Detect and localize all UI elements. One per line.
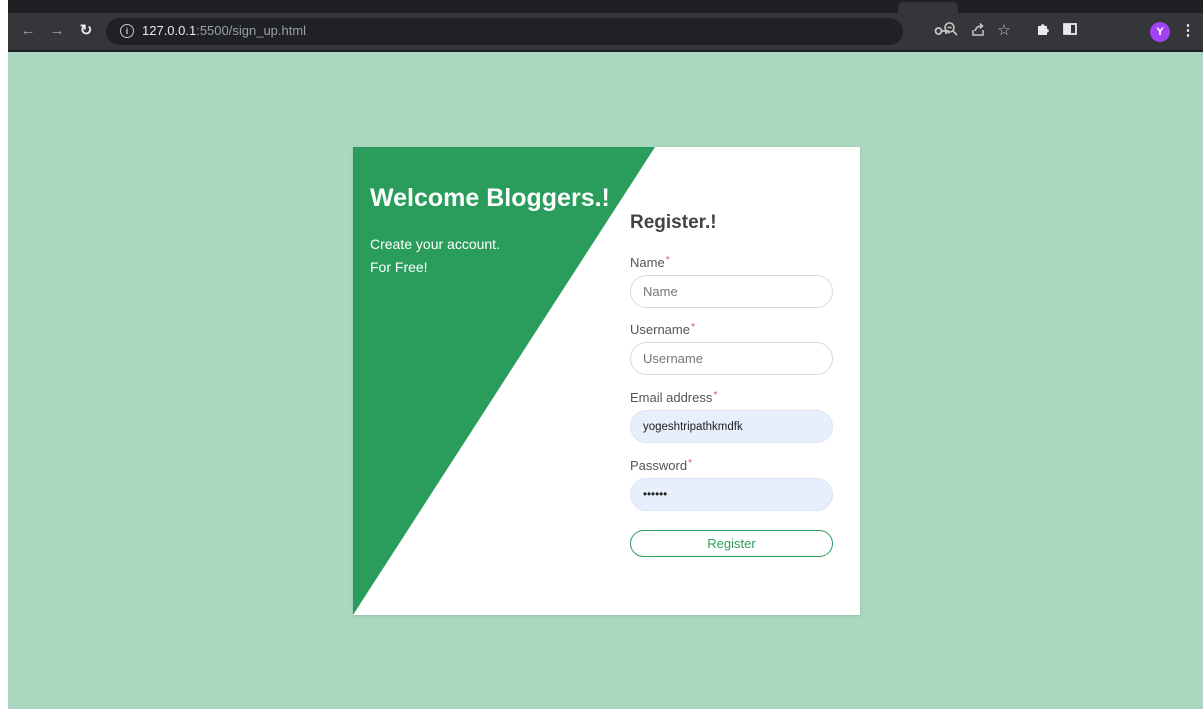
side-panel-icon[interactable] (1060, 21, 1080, 41)
welcome-heading: Welcome Bloggers.! (370, 184, 610, 212)
url-text[interactable]: 127.0.0.1:5500/sign_up.html (142, 23, 306, 38)
register-button[interactable]: Register (630, 530, 833, 557)
email-label-text: Email address (630, 390, 713, 405)
url-path: :5500/sign_up.html (196, 23, 307, 38)
required-mark: * (690, 322, 695, 333)
username-label: Username* (630, 322, 695, 337)
tab[interactable] (898, 2, 958, 13)
required-mark: * (665, 255, 670, 266)
password-label-text: Password (630, 458, 688, 473)
address-bar[interactable]: i 127.0.0.1:5500/sign_up.html (106, 18, 950, 45)
required-mark: * (688, 458, 692, 469)
name-label: Name* (630, 255, 670, 270)
password-label: Password* (630, 458, 692, 473)
form-title: Register.! (630, 212, 717, 233)
reload-icon[interactable]: ↻ (75, 20, 97, 42)
email-input[interactable] (630, 410, 833, 443)
required-mark: * (713, 390, 718, 401)
page-viewport: Welcome Bloggers.! Create your account. … (8, 52, 1203, 709)
star-icon[interactable]: ☆ (994, 21, 1014, 41)
welcome-subtitle-line1: Create your account. (370, 236, 500, 252)
forward-arrow-icon[interactable]: → (46, 20, 68, 42)
email-label: Email address* (630, 390, 717, 405)
browser-toolbar: ← → ↻ i 127.0.0.1:5500/sign_up.html ☆ Y … (8, 13, 1203, 52)
password-input[interactable] (630, 478, 833, 511)
extensions-icon[interactable] (1033, 21, 1053, 41)
profile-avatar[interactable]: Y (1150, 22, 1170, 42)
browser-chrome: ← → ↻ i 127.0.0.1:5500/sign_up.html ☆ Y … (0, 0, 1203, 52)
kebab-menu-icon[interactable]: ⋮ (1178, 21, 1198, 41)
tab-strip (8, 0, 1203, 13)
welcome-subtitle-line2: For Free! (370, 259, 428, 275)
username-input[interactable] (630, 342, 833, 375)
username-label-text: Username (630, 322, 690, 337)
url-host: 127.0.0.1 (142, 23, 197, 38)
back-arrow-icon[interactable]: ← (17, 20, 39, 42)
name-input[interactable] (630, 275, 833, 308)
name-label-text: Name (630, 255, 665, 270)
signup-card: Welcome Bloggers.! Create your account. … (353, 147, 860, 615)
info-icon[interactable]: i (120, 24, 134, 38)
zoom-icon[interactable] (941, 21, 961, 41)
share-icon[interactable] (968, 21, 988, 41)
